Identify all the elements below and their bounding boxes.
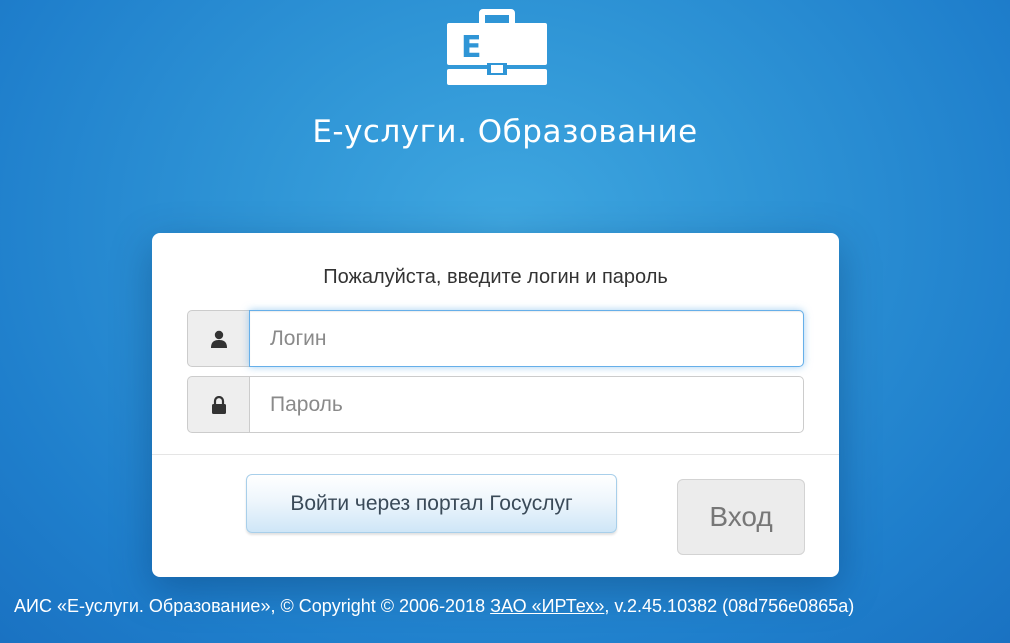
divider — [152, 454, 839, 455]
footer-copyright: АИС «Е-услуги. Образование», © Copyright… — [14, 596, 491, 616]
footer: АИС «Е-услуги. Образование», © Copyright… — [14, 596, 854, 617]
user-icon — [187, 310, 249, 367]
lock-icon — [187, 376, 249, 433]
enter-button[interactable]: Вход — [677, 479, 805, 555]
footer-version: , v.2.45.10382 (08d756e0865a) — [604, 596, 855, 616]
login-field-group — [187, 310, 804, 367]
logo-letter: E — [461, 30, 482, 65]
company-link[interactable]: ЗАО «ИРТех» — [490, 596, 604, 616]
briefcase-logo-icon: E — [445, 7, 549, 87]
gosuslugi-login-button[interactable]: Войти через портал Госуслуг — [246, 474, 617, 533]
login-card: Пожалуйста, введите логин и пароль Войти… — [152, 233, 839, 577]
app-title: Е-услуги. Образование — [312, 114, 698, 150]
enter-button-label: Вход — [709, 501, 773, 532]
password-input[interactable] — [249, 376, 804, 433]
password-field-group — [187, 376, 804, 433]
login-prompt: Пожалуйста, введите логин и пароль — [323, 266, 668, 288]
login-input[interactable] — [249, 310, 804, 367]
gosuslugi-button-label: Войти через портал Госуслуг — [290, 491, 573, 515]
